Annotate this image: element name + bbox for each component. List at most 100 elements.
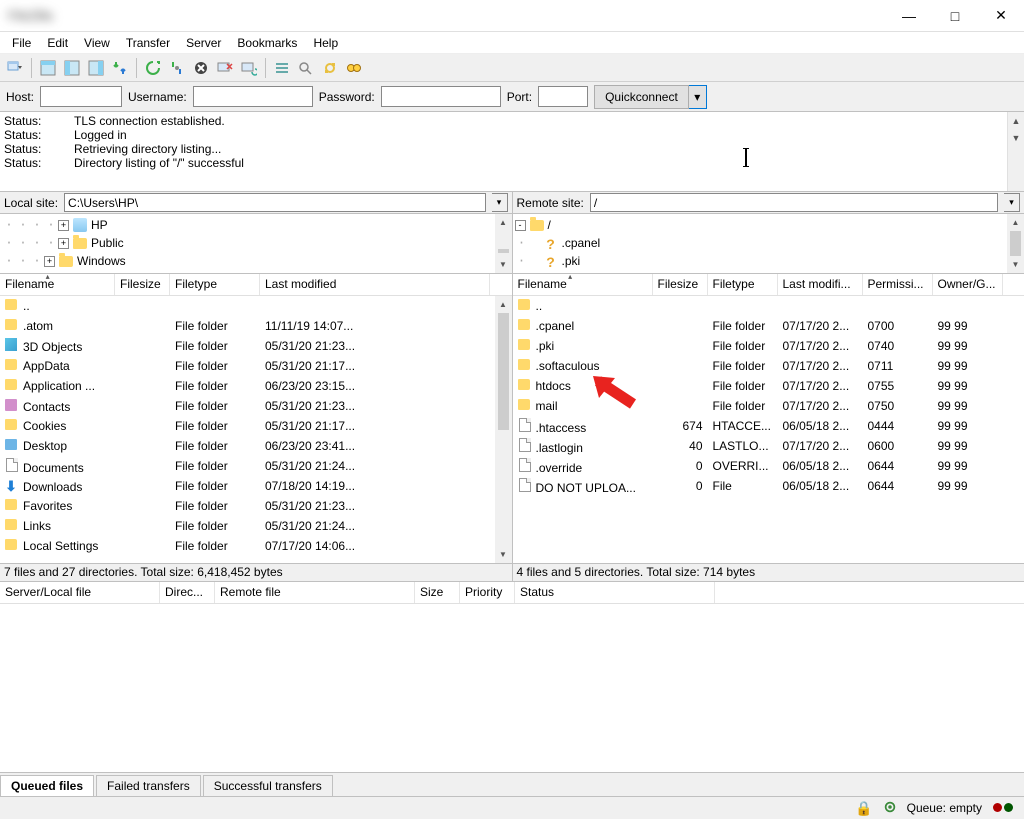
menu-item-file[interactable]: File [4, 34, 39, 52]
scrollbar[interactable]: ▲▼ [495, 214, 512, 273]
remote-site-input[interactable] [590, 193, 998, 212]
file-row[interactable]: CookiesFile folder05/31/20 21:17... [0, 416, 512, 436]
file-row[interactable]: .lastlogin40LASTLO...07/17/20 2...060099… [513, 436, 1024, 456]
column-header[interactable]: Owner/G... [933, 274, 1003, 295]
file-row[interactable]: LinksFile folder05/31/20 21:24... [0, 516, 512, 536]
tree-item[interactable]: -/ [515, 216, 1023, 234]
file-row[interactable]: DesktopFile folder06/23/20 23:41... [0, 436, 512, 456]
refresh-button[interactable] [142, 57, 164, 79]
tree-item[interactable]: ···+Windows [2, 252, 510, 270]
directory-comparison-button[interactable] [295, 57, 317, 79]
scrollbar[interactable]: ▲▼ [495, 296, 512, 563]
file-row[interactable]: AppDataFile folder05/31/20 21:17... [0, 356, 512, 376]
column-header[interactable]: Filename▴ [513, 274, 653, 295]
remote-site-dropdown[interactable]: ▾ [1004, 193, 1020, 212]
process-queue-button[interactable] [166, 57, 188, 79]
scrollbar[interactable]: ▲▼ [1007, 112, 1024, 191]
close-button[interactable]: ✕ [978, 0, 1024, 32]
quickconnect-button[interactable]: Quickconnect [594, 85, 689, 109]
local-list-header[interactable]: Filename▴FilesizeFiletypeLast modified [0, 274, 512, 296]
column-header[interactable]: Filesize [653, 274, 708, 295]
column-header[interactable]: Filetype [708, 274, 778, 295]
queue-tab[interactable]: Successful transfers [203, 775, 333, 797]
expand-toggle[interactable]: + [58, 238, 69, 249]
file-row[interactable]: Application ...File folder06/23/20 23:15… [0, 376, 512, 396]
file-row[interactable]: .htaccess674HTACCE...06/05/18 2...044499… [513, 416, 1024, 436]
queue-tab[interactable]: Failed transfers [96, 775, 201, 797]
menu-item-transfer[interactable]: Transfer [118, 34, 178, 52]
sync-browsing-button[interactable] [319, 57, 341, 79]
toggle-queue-button[interactable] [109, 57, 131, 79]
port-input[interactable] [538, 86, 588, 107]
file-row[interactable]: DocumentsFile folder05/31/20 21:24... [0, 456, 512, 476]
host-input[interactable] [40, 86, 122, 107]
file-row[interactable]: Local SettingsFile folder07/17/20 14:06.… [0, 536, 512, 556]
expand-toggle[interactable]: + [44, 256, 55, 267]
remote-list-body[interactable]: ...cpanelFile folder07/17/20 2...070099 … [513, 296, 1024, 563]
column-header[interactable]: Remote file [215, 582, 415, 603]
password-input[interactable] [381, 86, 501, 107]
queue-header[interactable]: Server/Local fileDirec...Remote fileSize… [0, 582, 1024, 604]
toggle-log-button[interactable] [37, 57, 59, 79]
queue-tab[interactable]: Queued files [0, 775, 94, 797]
reconnect-button[interactable] [238, 57, 260, 79]
minimize-button[interactable]: — [886, 0, 932, 32]
file-row[interactable]: .pkiFile folder07/17/20 2...074099 99 [513, 336, 1024, 356]
file-row[interactable]: .override0OVERRI...06/05/18 2...064499 9… [513, 456, 1024, 476]
toggle-remote-tree-button[interactable] [85, 57, 107, 79]
remote-file-list[interactable]: Filename▴FilesizeFiletypeLast modifi...P… [512, 274, 1024, 563]
column-header[interactable]: Priority [460, 582, 515, 603]
menu-item-bookmarks[interactable]: Bookmarks [229, 34, 305, 52]
column-header[interactable]: Filesize [115, 274, 170, 295]
local-site-input[interactable] [64, 193, 485, 212]
file-row[interactable]: ContactsFile folder05/31/20 21:23... [0, 396, 512, 416]
quickconnect-dropdown[interactable]: ▾ [689, 85, 707, 109]
tree-item[interactable]: ····+HP [2, 216, 510, 234]
username-input[interactable] [193, 86, 313, 107]
file-row[interactable]: .softaculousFile folder07/17/20 2...0711… [513, 356, 1024, 376]
file-row[interactable]: .. [513, 296, 1024, 316]
queue-body[interactable] [0, 604, 1024, 772]
maximize-button[interactable]: □ [932, 0, 978, 32]
column-header[interactable]: Filename▴ [0, 274, 115, 295]
remote-tree[interactable]: -/·?.cpanel·?.pki▲▼ [512, 214, 1024, 273]
column-header[interactable]: Server/Local file [0, 582, 160, 603]
file-row[interactable]: mailFile folder07/17/20 2...075099 99 [513, 396, 1024, 416]
site-manager-button[interactable] [4, 57, 26, 79]
column-header[interactable]: Filetype [170, 274, 260, 295]
filter-button[interactable] [271, 57, 293, 79]
scrollbar[interactable]: ▲▼ [1007, 214, 1024, 273]
file-row[interactable]: .. [0, 296, 512, 316]
file-row[interactable]: FavoritesFile folder05/31/20 21:23... [0, 496, 512, 516]
file-row[interactable]: ⬇DownloadsFile folder07/18/20 14:19... [0, 476, 512, 496]
file-row[interactable]: DO NOT UPLOA...0File06/05/18 2...064499 … [513, 476, 1024, 496]
file-row[interactable]: 3D ObjectsFile folder05/31/20 21:23... [0, 336, 512, 356]
tree-item[interactable]: ·?.cpanel [515, 234, 1023, 252]
column-header[interactable]: Status [515, 582, 715, 603]
local-file-list[interactable]: Filename▴FilesizeFiletypeLast modified .… [0, 274, 512, 563]
column-header[interactable]: Last modified [260, 274, 490, 295]
transfer-queue[interactable]: Server/Local fileDirec...Remote fileSize… [0, 582, 1024, 773]
column-header[interactable]: Last modifi... [778, 274, 863, 295]
column-header[interactable]: Size [415, 582, 460, 603]
file-row[interactable]: .cpanelFile folder07/17/20 2...070099 99 [513, 316, 1024, 336]
menu-item-edit[interactable]: Edit [39, 34, 76, 52]
tree-item[interactable]: ····+Public [2, 234, 510, 252]
file-row[interactable]: .atomFile folder11/11/19 14:07... [0, 316, 512, 336]
expand-toggle[interactable]: + [58, 220, 69, 231]
menu-item-help[interactable]: Help [305, 34, 346, 52]
toggle-local-tree-button[interactable] [61, 57, 83, 79]
menu-item-view[interactable]: View [76, 34, 118, 52]
file-row[interactable]: htdocsFile folder07/17/20 2...075599 99 [513, 376, 1024, 396]
gear-icon[interactable] [883, 800, 897, 817]
tree-item[interactable]: ·?.pki [515, 252, 1023, 270]
local-tree[interactable]: ····+HP····+Public···+Windows▲▼ [0, 214, 512, 273]
local-site-dropdown[interactable]: ▾ [492, 193, 508, 212]
menu-item-server[interactable]: Server [178, 34, 229, 52]
column-header[interactable]: Permissi... [863, 274, 933, 295]
column-header[interactable]: Direc... [160, 582, 215, 603]
remote-list-header[interactable]: Filename▴FilesizeFiletypeLast modifi...P… [513, 274, 1024, 296]
search-button[interactable] [343, 57, 365, 79]
cancel-button[interactable] [190, 57, 212, 79]
local-list-body[interactable]: ...atomFile folder11/11/19 14:07...3D Ob… [0, 296, 512, 563]
